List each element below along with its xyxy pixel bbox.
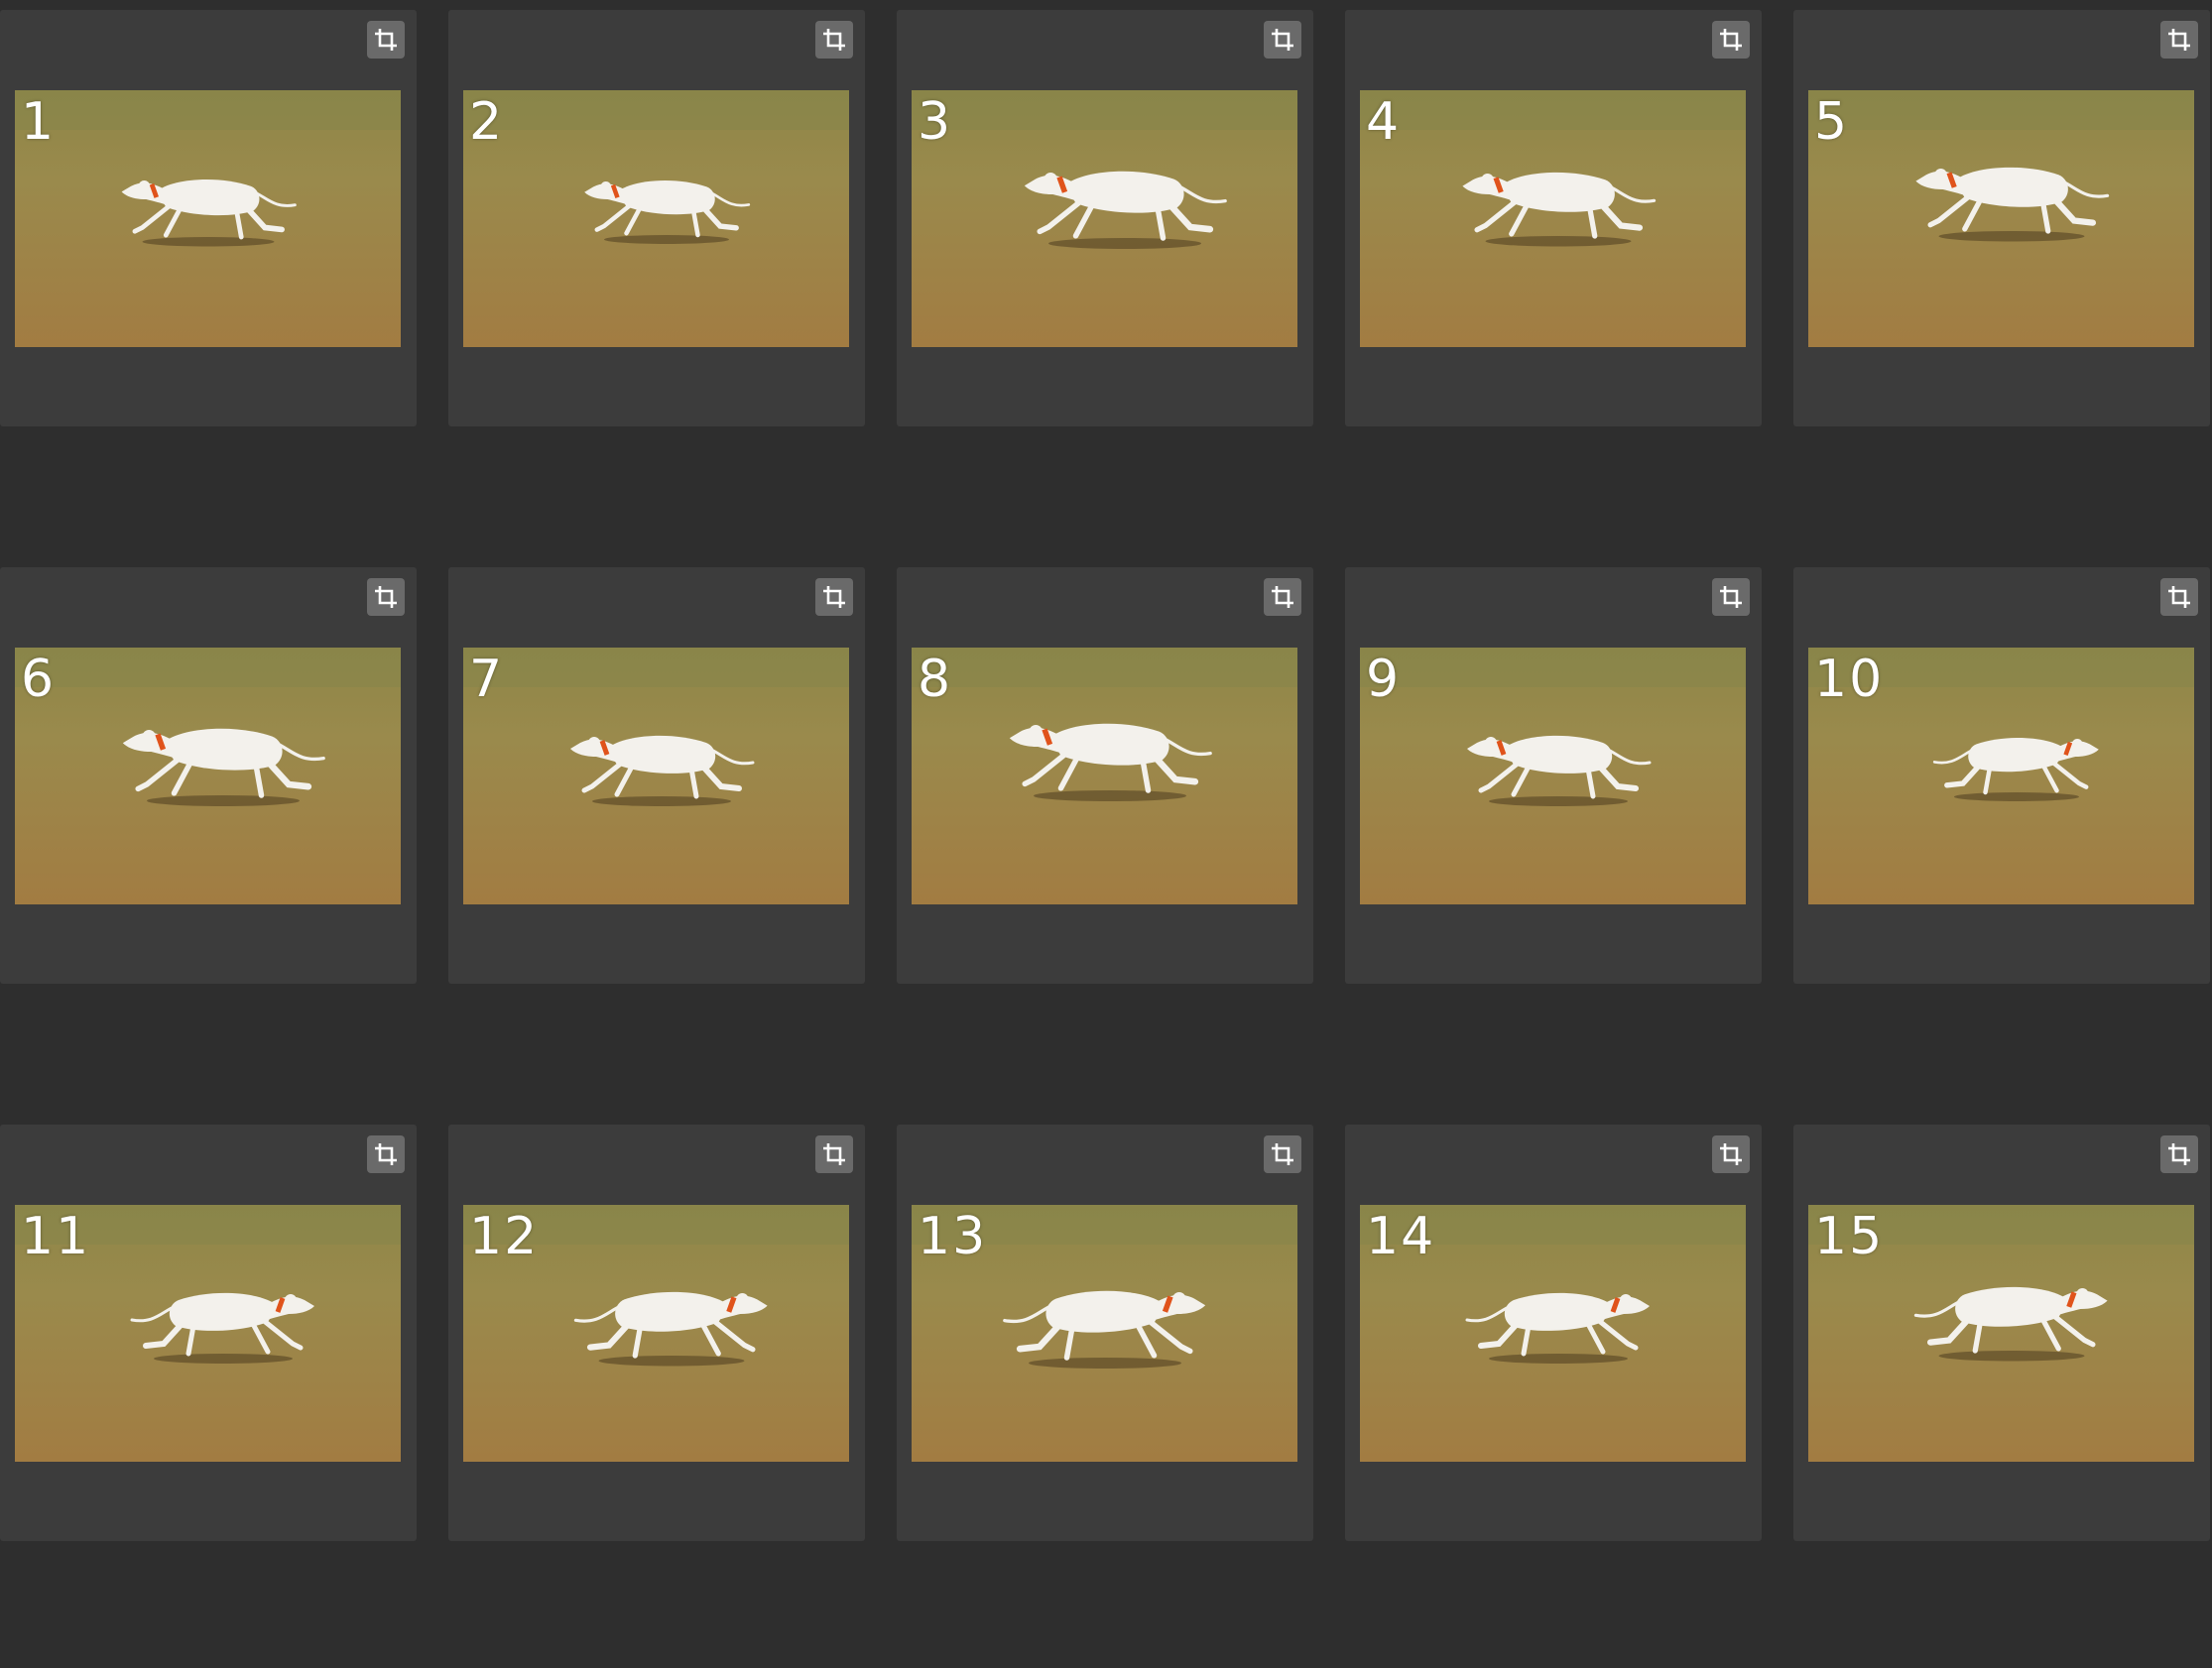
photo-cell[interactable]: 7 (448, 567, 865, 984)
frame-number: 14 (1366, 1207, 1436, 1266)
photo-grid: 1 2 3 4 5 6 7 8 9 10 11 12 13 14 15 (0, 0, 2212, 1668)
photo-thumbnail[interactable]: 9 (1360, 648, 1746, 904)
crop-button[interactable] (1712, 21, 1750, 59)
frame-number: 12 (469, 1207, 540, 1266)
photo-cell[interactable]: 11 (0, 1125, 417, 1541)
frame-number: 10 (1814, 650, 1885, 709)
photo-cell[interactable]: 15 (1793, 1125, 2210, 1541)
photo-thumbnail[interactable]: 13 (912, 1205, 1297, 1462)
photo-cell[interactable]: 3 (897, 10, 1313, 426)
frame-number: 3 (918, 92, 953, 152)
photo-thumbnail[interactable]: 15 (1808, 1205, 2194, 1462)
frame-number: 4 (1366, 92, 1402, 152)
photo-cell[interactable]: 13 (897, 1125, 1313, 1541)
photo-thumbnail[interactable]: 7 (463, 648, 849, 904)
crop-button[interactable] (367, 21, 405, 59)
photo-cell[interactable]: 4 (1345, 10, 1762, 426)
photo-thumbnail[interactable]: 8 (912, 648, 1297, 904)
crop-button[interactable] (367, 1135, 405, 1173)
photo-thumbnail[interactable]: 6 (15, 648, 401, 904)
crop-button[interactable] (1712, 1135, 1750, 1173)
photo-cell[interactable]: 6 (0, 567, 417, 984)
frame-number: 5 (1814, 92, 1850, 152)
crop-button[interactable] (367, 578, 405, 616)
photo-cell[interactable]: 12 (448, 1125, 865, 1541)
frame-number: 8 (918, 650, 953, 709)
photo-cell[interactable]: 14 (1345, 1125, 1762, 1541)
photo-cell[interactable]: 1 (0, 10, 417, 426)
photo-thumbnail[interactable]: 11 (15, 1205, 401, 1462)
crop-button[interactable] (2160, 21, 2198, 59)
photo-cell[interactable]: 8 (897, 567, 1313, 984)
crop-button[interactable] (1264, 578, 1301, 616)
crop-button[interactable] (2160, 578, 2198, 616)
frame-number: 15 (1814, 1207, 1885, 1266)
crop-button[interactable] (815, 1135, 853, 1173)
photo-thumbnail[interactable]: 1 (15, 90, 401, 347)
photo-cell[interactable]: 9 (1345, 567, 1762, 984)
frame-number: 11 (21, 1207, 91, 1266)
photo-thumbnail[interactable]: 2 (463, 90, 849, 347)
photo-cell[interactable]: 2 (448, 10, 865, 426)
crop-button[interactable] (2160, 1135, 2198, 1173)
photo-thumbnail[interactable]: 12 (463, 1205, 849, 1462)
frame-number: 2 (469, 92, 505, 152)
frame-number: 9 (1366, 650, 1402, 709)
crop-button[interactable] (815, 21, 853, 59)
frame-number: 7 (469, 650, 505, 709)
crop-button[interactable] (1712, 578, 1750, 616)
crop-button[interactable] (1264, 1135, 1301, 1173)
photo-cell[interactable]: 5 (1793, 10, 2210, 426)
photo-thumbnail[interactable]: 4 (1360, 90, 1746, 347)
photo-thumbnail[interactable]: 10 (1808, 648, 2194, 904)
crop-button[interactable] (1264, 21, 1301, 59)
crop-button[interactable] (815, 578, 853, 616)
photo-cell[interactable]: 10 (1793, 567, 2210, 984)
frame-number: 13 (918, 1207, 988, 1266)
frame-number: 6 (21, 650, 57, 709)
frame-number: 1 (21, 92, 57, 152)
photo-thumbnail[interactable]: 14 (1360, 1205, 1746, 1462)
photo-thumbnail[interactable]: 3 (912, 90, 1297, 347)
photo-thumbnail[interactable]: 5 (1808, 90, 2194, 347)
